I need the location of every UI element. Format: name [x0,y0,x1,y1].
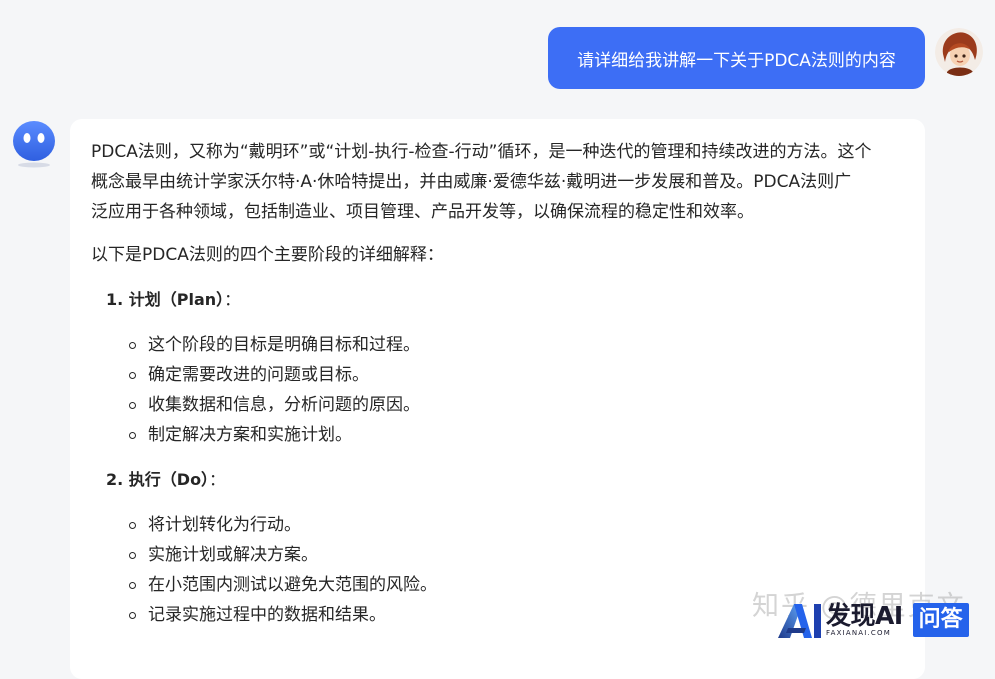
plan-bullet-list: 这个阶段的目标是明确目标和过程。 确定需要改进的问题或目标。 收集数据和信息，分… [91,330,901,450]
list-item: 确定需要改进的问题或目标。 [129,360,901,390]
section-heading-text: 1. 计划（Plan） [106,290,225,309]
assistant-avatar [12,120,58,170]
intro-line: PDCA法则，又称为“戴明环”或“计划-执行-检查-行动”循环，是一种迭代的管理… [91,142,872,162]
user-message-text: 请详细给我讲解一下关于PDCA法则的内容 [577,50,896,71]
list-item: 这个阶段的目标是明确目标和过程。 [129,330,901,360]
list-item: 实施计划或解决方案。 [129,540,901,570]
qa-badge: 问答 [912,603,969,637]
intro-line: 泛应用于各种领域，包括制造业、项目管理、产品开发等，以确保流程的稳定性和效率。 [91,202,754,222]
list-item: 制定解决方案和实施计划。 [129,420,901,450]
section-heading-text: 2. 执行（Do） [106,470,210,489]
intro-line: 概念最早由统计学家沃尔特·A·休哈特提出，并由威廉·爱德华兹·戴明进一步发展和普… [91,172,852,192]
section-heading-plan: 1. 计划（Plan）： [91,285,901,315]
user-avatar-image [935,28,983,76]
logo-main-text: 发现AI [826,600,903,630]
intro-paragraph: PDCA法则，又称为“戴明环”或“计划-执行-检查-行动”循环，是一种迭代的管理… [91,137,903,227]
ai-logo-icon [778,604,821,638]
user-message-bubble: 请详细给我讲解一下关于PDCA法则的内容 [548,27,925,89]
faxianai-logo: 发现AI FAXIANAI.COM 问答 [776,600,969,640]
lead-paragraph: 以下是PDCA法则的四个主要阶段的详细解释： [91,245,444,265]
robot-icon [13,121,55,168]
list-item: 收集数据和信息，分析问题的原因。 [129,390,901,420]
section-heading-do: 2. 执行（Do）： [91,465,901,495]
logo-sub-text: FAXIANAI.COM [826,628,891,637]
user-avatar[interactable] [935,28,983,76]
section-heading-colon: ： [224,290,241,309]
list-item: 将计划转化为行动。 [129,510,901,540]
logo-text: 发现AI FAXIANAI.COM [826,600,903,638]
section-heading-colon: ： [209,470,226,489]
